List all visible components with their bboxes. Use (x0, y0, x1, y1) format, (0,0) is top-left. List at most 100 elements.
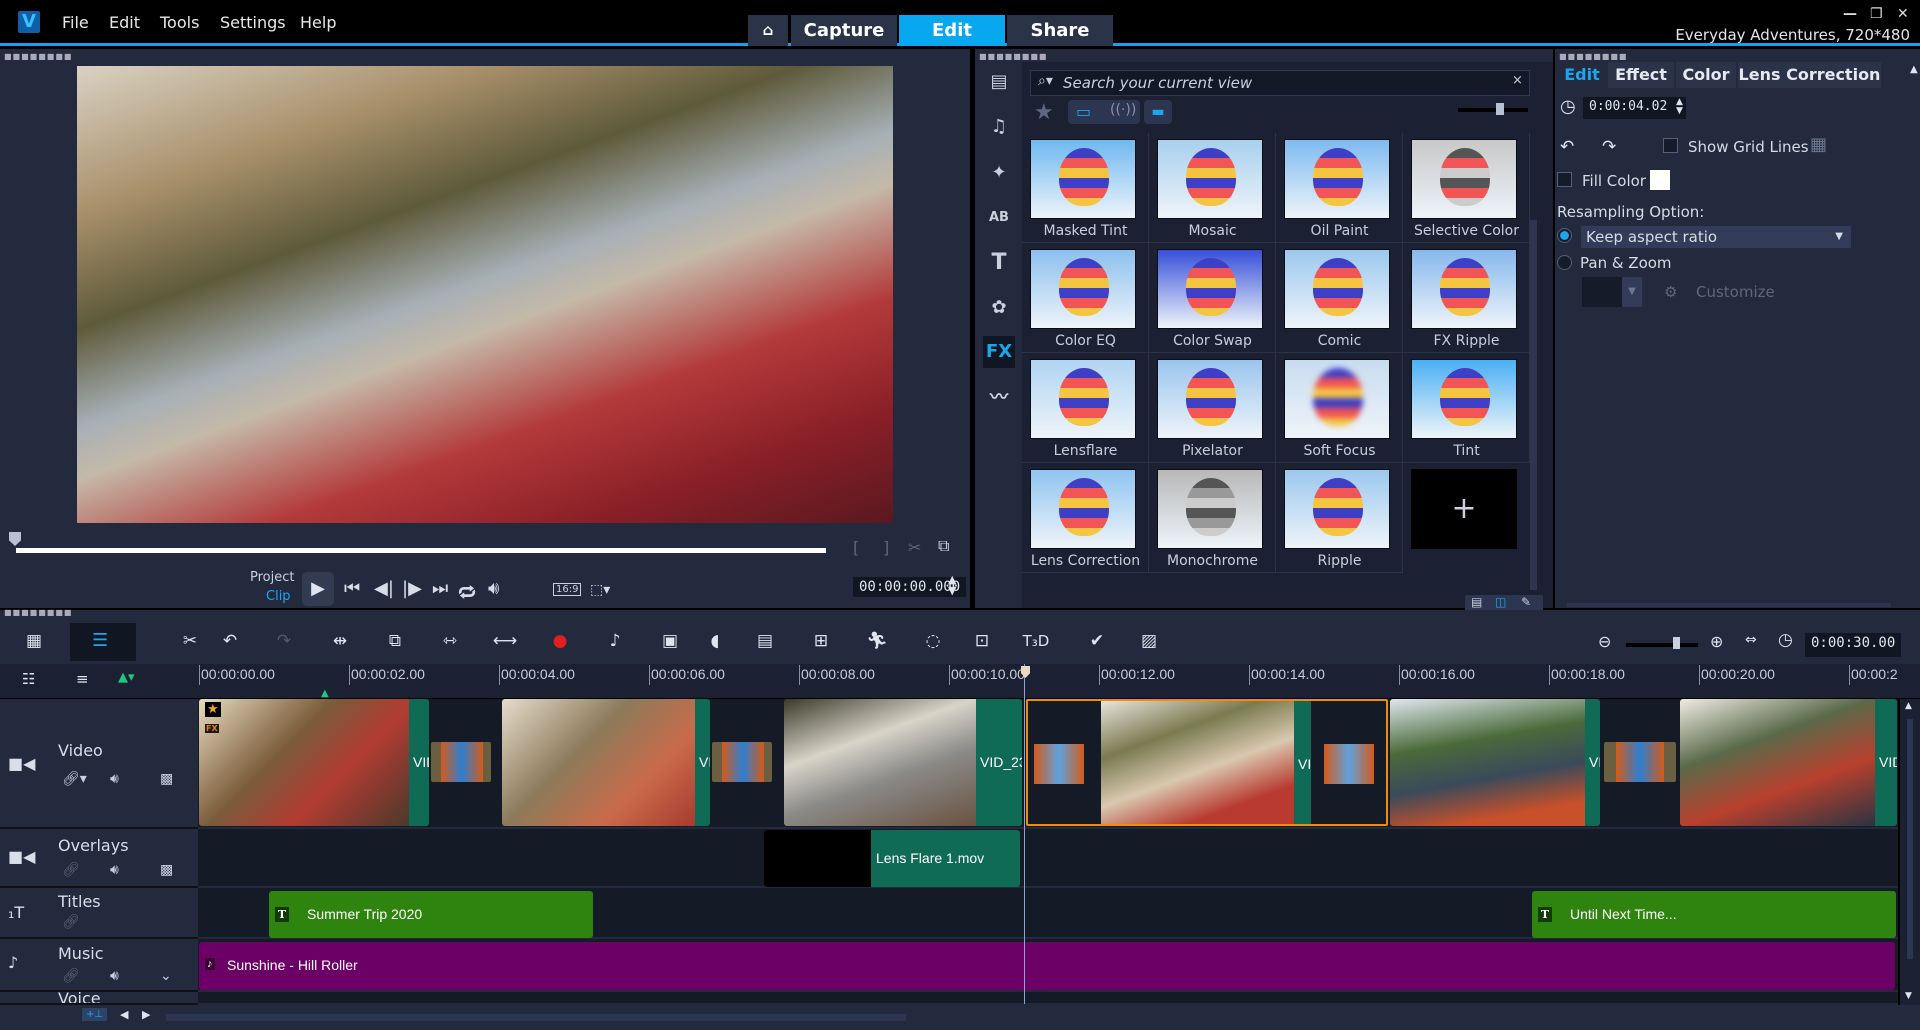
audio-library-icon[interactable]: ♫ (983, 111, 1015, 143)
paint-creator-icon[interactable]: ◌ (919, 630, 947, 652)
previous-frame-icon[interactable]: ◀| (374, 578, 394, 599)
home-start-icon[interactable]: ⏮ (344, 578, 360, 599)
pan-zoom-preset-dropdown[interactable]: ▼ (1622, 277, 1642, 307)
add-effect-button[interactable]: + (1411, 469, 1517, 549)
view-mode-icon[interactable]: ▬ (1144, 100, 1172, 124)
effect-tile[interactable]: Monochrome (1149, 463, 1276, 573)
tab-capture[interactable]: Capture (791, 15, 897, 46)
keep-aspect-ratio-radio[interactable] (1557, 228, 1572, 243)
title-clip[interactable]: T Until Next Time... (1532, 891, 1896, 938)
panel-grip[interactable]: ■■■■■■■■ (1559, 52, 1627, 61)
home-button[interactable]: ⌂ (748, 15, 788, 46)
panel-grip[interactable]: ■■■■■■■■ (979, 52, 1047, 61)
scroll-right-icon[interactable]: ▶ (142, 1008, 150, 1021)
tab-edit[interactable]: Edit (899, 15, 1005, 46)
tab-options-effect[interactable]: Effect (1608, 62, 1674, 88)
rotate-right-icon[interactable]: ↷ (1602, 137, 1616, 157)
timeline-view-button[interactable]: ☰ (70, 623, 136, 661)
transition-icon[interactable]: AB (983, 202, 1015, 234)
voice-track[interactable] (198, 992, 1898, 1005)
mask-creator-icon[interactable]: ◖ (701, 630, 729, 652)
transition-clip[interactable] (712, 742, 772, 782)
minimize-button[interactable]: — (1843, 6, 1857, 22)
music-clip[interactable]: ♪ Sunshine - Hill Roller (199, 942, 1895, 990)
clip-duration-field[interactable]: 0:00:04.02 (1583, 97, 1686, 119)
selected-video-clip[interactable]: VI (1026, 699, 1388, 826)
multi-camera-icon[interactable]: ▣ (656, 630, 684, 652)
effect-tile[interactable]: Color Swap (1149, 243, 1276, 353)
motion-tracking-icon[interactable]: 🏃︎ (863, 630, 891, 652)
end-icon[interactable]: ⏭ (432, 578, 448, 599)
path-icon[interactable]: 〰 (983, 382, 1015, 414)
instant-project-icon[interactable]: ✦ (983, 157, 1015, 189)
effect-tile[interactable]: Mosaic (1149, 133, 1276, 243)
clip-mode-label[interactable]: Clip (266, 589, 291, 604)
repeat-icon[interactable]: 🔁︎ (458, 578, 476, 605)
menu-help[interactable]: Help (300, 13, 336, 32)
mark-in-icon[interactable]: [ (853, 538, 859, 557)
video-clip[interactable]: VI (502, 699, 710, 826)
media-library-icon[interactable]: ▤ (983, 66, 1015, 98)
display-mode-icon[interactable]: ⬚▾ (590, 582, 610, 598)
clear-search-icon[interactable]: × (1512, 73, 1523, 88)
storyboard-view-icon[interactable]: ▦ (20, 630, 48, 652)
trim-icon[interactable]: ⧉ (381, 630, 409, 652)
fit-project-icon[interactable]: ⇔ (1745, 632, 1757, 648)
scroll-up-icon[interactable]: ▲ (1905, 701, 1912, 711)
effect-tile[interactable]: FX Ripple (1403, 243, 1530, 353)
add-track-icon[interactable]: ≡ (76, 670, 89, 688)
effect-tile[interactable]: Ripple (1276, 463, 1403, 573)
highlight-icon[interactable]: ✔ (1083, 630, 1111, 652)
thumbnail-size-slider[interactable] (1458, 108, 1528, 112)
mark-out-icon[interactable]: ] (883, 538, 889, 557)
split-icon[interactable]: ⇿ (436, 630, 464, 652)
undo-icon[interactable]: ↶ (216, 630, 244, 652)
scroll-down-icon[interactable]: ▼ (1905, 991, 1912, 1001)
search-input[interactable]: Search your current view (1030, 70, 1530, 96)
track-manager-icon[interactable]: ☷ (22, 670, 35, 688)
playhead[interactable] (1024, 664, 1025, 1004)
fill-color-checkbox[interactable] (1557, 172, 1572, 187)
track-mute-icon[interactable]: 🔊︎ (110, 862, 119, 878)
grid-settings-icon[interactable]: ▦ (1810, 134, 1827, 155)
add-favorite-icon[interactable]: ★ (1034, 100, 1054, 125)
multi-trim-icon[interactable]: ⟷ (491, 630, 519, 652)
next-frame-icon[interactable]: |▶ (402, 578, 422, 599)
timeline-h-scrollbar[interactable] (166, 1014, 906, 1021)
scrubber-bar[interactable] (16, 548, 826, 553)
track-mute-icon[interactable]: 🔊︎ (110, 968, 119, 984)
redo-icon[interactable]: ↷ (270, 630, 298, 652)
options-h-scrollbar[interactable] (1567, 603, 1891, 607)
split-view-icon[interactable]: ◫ (1495, 595, 1506, 609)
effect-tile[interactable]: Comic (1276, 243, 1403, 353)
effect-tile[interactable]: Tint (1403, 353, 1530, 463)
pan-zoom-icon[interactable]: ⊡ (968, 630, 996, 652)
add-track-button[interactable]: +⊥ (82, 1008, 108, 1021)
menu-settings[interactable]: Settings (220, 13, 286, 32)
effect-tile[interactable]: Masked Tint (1022, 133, 1149, 243)
video-clip[interactable]: VI (1390, 699, 1600, 826)
overlay-clip[interactable]: Lens Flare 1.mov (764, 830, 1020, 887)
effect-tile[interactable]: Lens Correction (1022, 463, 1149, 573)
transition-clip[interactable] (431, 742, 491, 782)
effect-tile[interactable]: Pixelator (1149, 353, 1276, 463)
fit-timeline-icon[interactable]: ⇹ (326, 630, 354, 652)
effect-tile[interactable]: Selective Color (1403, 133, 1530, 243)
effect-tile[interactable]: Soft Focus (1276, 353, 1403, 463)
track-mute-icon[interactable]: 🔊︎ (110, 771, 119, 787)
edit-icon[interactable]: ✎ (1521, 595, 1531, 609)
scroll-up-icon[interactable]: ▲ (1910, 64, 1918, 75)
scroll-left-icon[interactable]: ◀ (120, 1008, 128, 1021)
pan-zoom-preset[interactable] (1582, 277, 1622, 307)
timeline-v-scrollbar[interactable]: ▲ ▼ (1900, 699, 1920, 1005)
effect-tile[interactable]: Color EQ (1022, 243, 1149, 353)
rotate-left-icon[interactable]: ↶ (1560, 137, 1574, 157)
library-scrollbar[interactable] (1530, 220, 1537, 590)
ripple-link-icon[interactable]: 🔗︎ (62, 862, 80, 878)
menu-file[interactable]: File (62, 13, 89, 32)
customize-button[interactable]: Customize (1696, 283, 1775, 301)
tab-options-color[interactable]: Color (1676, 62, 1736, 88)
search-icon[interactable]: ⌕▾ (1038, 73, 1053, 89)
tab-options-edit[interactable]: Edit (1558, 62, 1606, 88)
project-mode-label[interactable]: Project (250, 570, 294, 585)
